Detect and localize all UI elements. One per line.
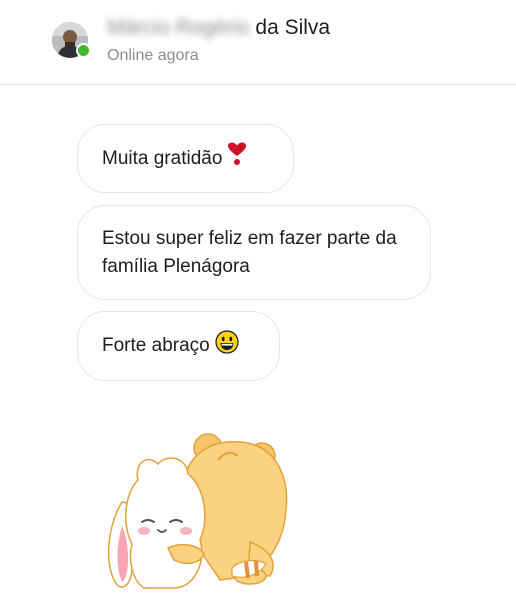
message-text: Muita gratidão [102, 147, 223, 169]
heart-exclamation-icon [227, 142, 247, 175]
contact-name-blurred: Márcio Rogério [107, 16, 250, 39]
online-status-dot [76, 43, 91, 58]
message-text: Forte abraço [102, 335, 210, 356]
online-status-text: Online agora [107, 47, 199, 64]
chat-header: Márcio Rogério da Silva Online agora [0, 0, 516, 85]
contact-surname: da Silva [255, 16, 331, 39]
message-bubble[interactable]: Forte abraço [77, 311, 280, 381]
grinning-face-icon [215, 329, 239, 363]
message-bubble[interactable]: Muita gratidão [77, 124, 294, 193]
bunny-icon [108, 457, 206, 589]
message-text: Estou super feliz em fazer parte da famí… [102, 227, 397, 277]
contact-avatar[interactable] [52, 22, 91, 60]
contact-name[interactable]: Márcio Rogério da Silva [107, 15, 330, 41]
bunny-bear-hug-sticker[interactable] [100, 430, 300, 605]
message-bubble[interactable]: Estou super feliz em fazer parte da famí… [77, 205, 431, 300]
